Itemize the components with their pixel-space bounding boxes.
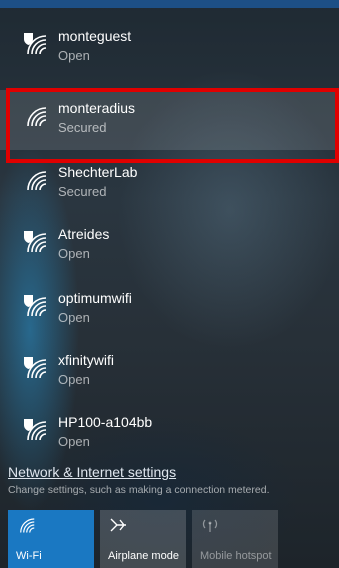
settings-description: Change settings, such as making a connec… [8, 484, 270, 496]
network-name: monteradius [58, 100, 136, 116]
wifi-open-icon [24, 295, 47, 317]
airplane-mode-label: Airplane mode [108, 550, 179, 562]
hotspot-icon [202, 519, 218, 532]
network-item-hp100-a104bb[interactable]: HP100-a104bb Open [0, 404, 339, 464]
network-item-atreides[interactable]: Atreides Open [0, 216, 339, 276]
network-name: xfinitywifi [58, 352, 115, 368]
airplane-icon [110, 518, 126, 532]
network-status: Open [58, 48, 90, 63]
network-status: Secured [58, 120, 107, 135]
wifi-open-icon [24, 357, 47, 379]
network-status: Open [58, 310, 90, 325]
wifi-open-icon [24, 231, 47, 253]
network-status: Open [58, 246, 90, 261]
network-status: Open [58, 372, 90, 387]
wifi-open-icon [24, 419, 47, 441]
wifi-label: Wi-Fi [16, 550, 42, 562]
wifi-icon [27, 171, 47, 191]
mobile-hotspot-label: Mobile hotspot [200, 550, 272, 562]
network-name: Atreides [58, 226, 110, 242]
network-item-optimumwifi[interactable]: optimumwifi Open [0, 280, 339, 340]
wifi-icon [20, 518, 35, 533]
network-name: optimumwifi [58, 290, 132, 306]
network-status: Secured [58, 184, 107, 199]
network-status: Open [58, 434, 90, 449]
network-name: ShechterLab [58, 164, 138, 180]
network-item-monteguest[interactable]: monteguest Open [0, 18, 339, 78]
network-item-monteradius[interactable]: monteradius Secured [0, 90, 339, 150]
wifi-icon [27, 107, 47, 127]
mobile-hotspot-button[interactable]: Mobile hotspot [192, 510, 278, 568]
top-accent-strip [0, 0, 339, 8]
network-name: HP100-a104bb [58, 414, 153, 430]
network-internet-settings-link[interactable]: Network & Internet settings [8, 464, 333, 480]
quick-action-tiles: Wi-Fi Airplane mode Mobile hotspot [8, 510, 339, 568]
network-item-shechterlab[interactable]: ShechterLab Secured [0, 154, 339, 214]
network-settings-section: Network & Internet settings Change setti… [8, 464, 333, 496]
wifi-toggle-button[interactable]: Wi-Fi [8, 510, 94, 568]
network-name: monteguest [58, 28, 132, 44]
wifi-open-icon [24, 33, 47, 55]
airplane-mode-button[interactable]: Airplane mode [100, 510, 186, 568]
network-item-xfinitywifi[interactable]: xfinitywifi Open [0, 342, 339, 402]
